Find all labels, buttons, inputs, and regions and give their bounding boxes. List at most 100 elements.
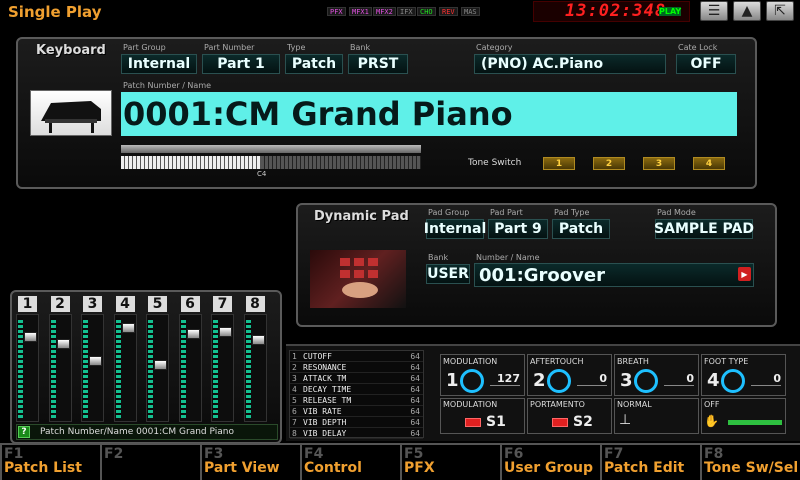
param-num: 2 [292,362,297,372]
function-key-f1[interactable]: F1 Patch List [0,445,99,480]
param-num: 4 [292,384,297,394]
sensor-bar [728,420,782,425]
pad-mode-value[interactable]: SAMPLE PAD [654,219,754,239]
function-key-f7[interactable]: F7 Patch Edit [600,445,699,480]
param-value: 64 [410,406,420,416]
help-icon[interactable]: ? [18,426,30,438]
pad-name-value[interactable]: 001:Groover [474,263,754,287]
mod-num: 1 [446,370,459,391]
mod-knob-icon[interactable] [460,369,484,393]
exit-button[interactable]: ⇱ [766,1,794,21]
cate-lock-label: Cate Lock [678,43,718,52]
up-button[interactable]: ▲ [733,1,761,21]
part-number-value[interactable]: Part 1 [202,54,280,74]
patch-name[interactable]: 0001:CM Grand Piano [121,92,737,136]
param-num: 7 [292,417,297,427]
function-key-f3[interactable]: F3 Part View [200,445,299,480]
param-row[interactable]: 5 RELEASE TM 64 [290,395,423,406]
pad-part-value[interactable]: Part 9 [488,219,548,239]
function-key-f2[interactable]: F2 [100,445,199,480]
fader-knob[interactable] [251,334,265,345]
tone-switch-1[interactable]: 1 [543,157,575,170]
breath-knob-icon[interactable] [634,369,658,393]
foot-knob-icon[interactable] [721,369,745,393]
menu-icon: ☰ [707,3,721,19]
fkey-label: Patch List [4,460,82,476]
menu-button[interactable]: ☰ [700,1,728,21]
pad-bank-value[interactable]: USER [426,264,470,284]
part-group-label: Part Group [123,43,166,52]
aftertouch-label: AFTERTOUCH [530,357,584,366]
level-meter [50,318,56,418]
s1-label: MODULATION [443,400,498,409]
param-name: RELEASE TM [303,395,352,405]
param-row[interactable]: 3 ATTACK TM 64 [290,373,423,384]
level-meter [148,318,153,418]
app-title: Single Play [8,3,102,21]
param-row[interactable]: 4 DECAY TIME 64 [290,384,423,395]
s1-button-label: S1 [486,414,506,430]
pad-type-value[interactable]: Patch [552,219,610,239]
fader-knob[interactable] [24,332,37,343]
function-key-f4[interactable]: F4 Control [300,445,399,480]
param-row[interactable]: 2 RESONANCE 64 [290,362,423,373]
piano-image [30,90,112,136]
pad-name-label: Number / Name [476,253,540,262]
param-row[interactable]: 7 VIB DEPTH 64 [290,417,423,428]
param-value: 64 [410,384,420,394]
fx-indicator-pfx: PFX [327,7,346,16]
tone-switch-4[interactable]: 4 [693,157,725,170]
fkey-label: PFX [404,460,435,476]
param-row[interactable]: 8 VIB DELAY 64 [290,428,423,439]
type-value[interactable]: Patch [285,54,343,74]
function-key-f6[interactable]: F6 User Group [500,445,599,480]
category-value[interactable]: (PNO) AC.Piano [474,54,666,74]
fkey-label: Control [304,460,362,476]
fader-knob[interactable] [219,327,232,338]
fx-indicator-rev: REV [439,7,458,16]
param-value: 64 [410,351,420,361]
param-value: 64 [410,362,420,372]
normal-label: NORMAL [617,400,652,409]
aftertouch-knob-icon[interactable] [547,369,571,393]
arrow-up-icon: ▲ [741,3,753,19]
function-key-f5[interactable]: F5 PFX [400,445,499,480]
pad-image [310,250,406,308]
part-group-value[interactable]: Internal [121,54,197,74]
fader-knob[interactable] [121,322,135,333]
fader-knob[interactable] [56,338,70,349]
fkey-label: User Group [504,460,593,476]
channel-number: 2 [50,296,70,312]
category-label: Category [476,43,513,52]
tone-switch-3[interactable]: 3 [643,157,675,170]
cate-lock-value[interactable]: OFF [676,54,736,74]
fader-knob[interactable] [186,329,200,340]
function-key-f8[interactable]: F8 Tone Sw/Sel [700,445,799,480]
param-num: 8 [292,428,297,438]
pad-mode-label: Pad Mode [657,208,696,217]
level-meter [83,318,88,418]
bank-value[interactable]: PRST [348,54,408,74]
param-value: 64 [410,395,420,405]
fader-knob[interactable] [89,355,102,366]
tone-switch-2[interactable]: 2 [593,157,625,170]
param-value: 64 [410,417,420,427]
pad-group-value[interactable]: Internal [424,219,486,239]
fx-indicator-mfx1: MFX1 [349,7,372,16]
pad-title: Dynamic Pad [314,209,409,224]
fkey-number: F2 [104,446,124,462]
keyboard-range-active [121,156,261,169]
pad-part-label: Pad Part [490,208,523,217]
param-row[interactable]: 1 CUTOFF 64 [290,351,423,362]
param-value: 64 [410,428,420,438]
play-status: PLAY [659,7,682,16]
fader-knob[interactable] [154,360,167,371]
patch-label: Patch Number / Name [123,81,212,90]
play-icon[interactable]: ▶ [738,267,751,281]
keyboard-range-inactive [261,156,421,169]
param-row[interactable]: 6 VIB RATE 64 [290,406,423,417]
channel-number: 4 [115,296,135,312]
param-rows: 1 CUTOFF 64 2 RESONANCE 64 3 ATTACK TM 64 4 DECAY … [290,351,423,439]
param-num: 3 [292,373,297,383]
level-meter [213,318,218,418]
